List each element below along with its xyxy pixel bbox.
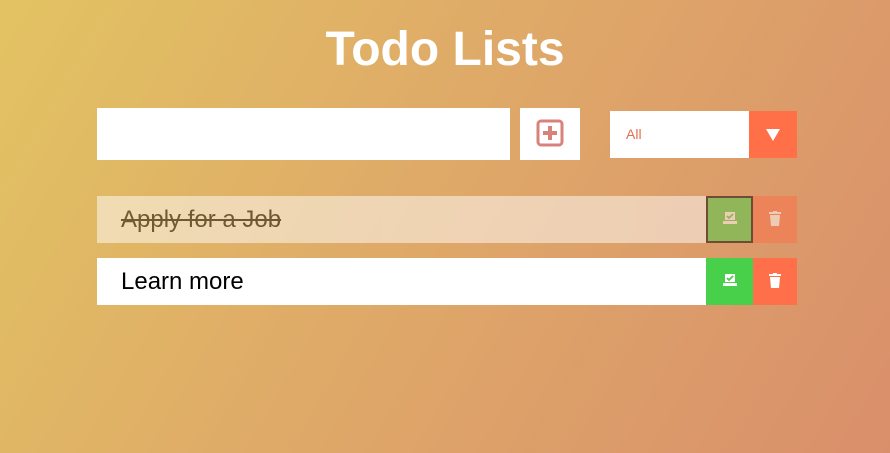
trash-icon (769, 210, 781, 229)
todo-item: Learn more (97, 258, 797, 305)
check-box-icon (722, 211, 738, 228)
triangle-down-icon[interactable] (749, 111, 797, 158)
page-title: Todo Lists (325, 23, 565, 76)
complete-button[interactable] (706, 196, 753, 243)
check-box-icon (722, 273, 738, 290)
trash-icon (769, 272, 781, 291)
filter-selected-value: All (626, 126, 642, 142)
complete-button[interactable] (706, 258, 753, 305)
plus-square-icon (536, 119, 564, 150)
todo-item: Apply for a Job (97, 196, 797, 243)
todo-text: Apply for a Job (121, 206, 282, 233)
delete-button[interactable] (753, 196, 797, 243)
filter-select[interactable]: All (610, 111, 797, 158)
todo-input[interactable] (97, 108, 510, 160)
add-todo-button[interactable] (520, 108, 580, 160)
delete-button[interactable] (753, 258, 797, 305)
todo-text: Learn more (121, 268, 244, 295)
